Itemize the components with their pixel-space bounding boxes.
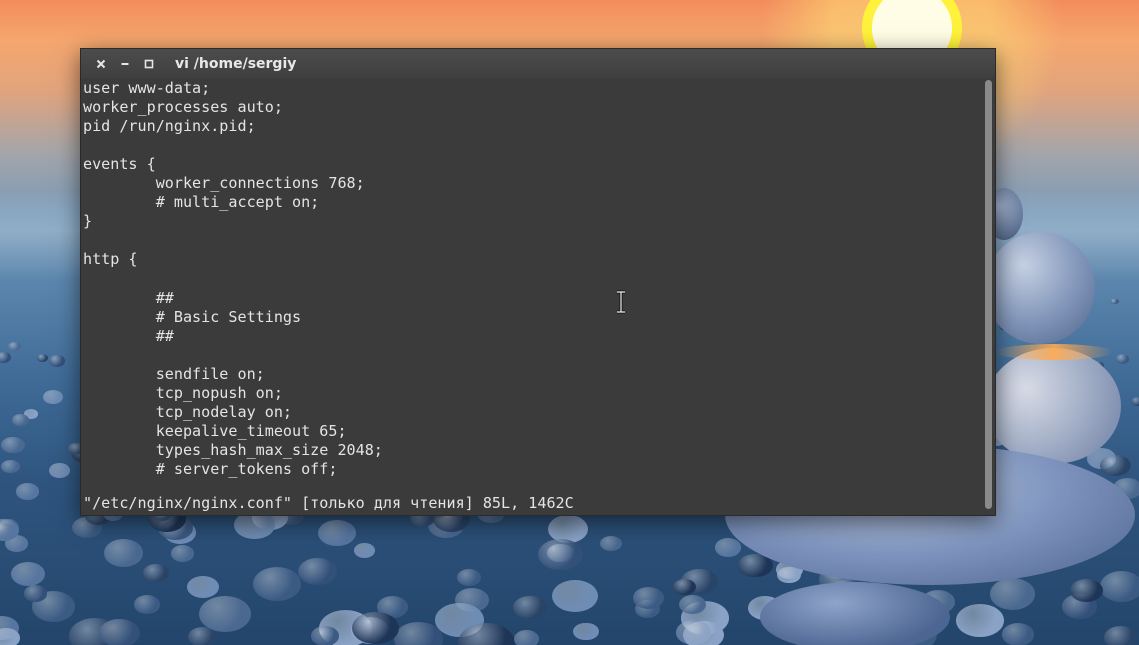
editor-line: ## xyxy=(83,326,174,345)
ibeam-cursor-icon xyxy=(617,290,625,314)
editor-line: pid /run/nginx.pid; xyxy=(83,117,256,136)
editor-text-area[interactable]: user www-data; worker_processes auto; pid … xyxy=(81,78,981,515)
wallpaper-pebble xyxy=(538,539,583,571)
wallpaper-pebble xyxy=(776,566,801,584)
wallpaper-pebble xyxy=(683,620,724,645)
wallpaper-pebble xyxy=(1069,578,1104,603)
wallpaper-pebble xyxy=(633,587,665,609)
wallpaper-stone xyxy=(985,344,1121,464)
wallpaper-stone xyxy=(760,582,950,645)
wallpaper-pebble xyxy=(714,538,742,558)
wallpaper-pebble xyxy=(48,355,66,367)
wallpaper-pebble xyxy=(170,544,195,562)
wallpaper-pebble xyxy=(0,352,12,364)
wallpaper-pebble xyxy=(1115,354,1130,364)
editor-line: # Basic Settings xyxy=(83,307,302,326)
wallpaper-pebble xyxy=(1103,625,1138,645)
wallpaper-pebble xyxy=(42,389,63,404)
editor-line: # multi_accept on; xyxy=(83,193,320,212)
editor-line: # server_tokens off; xyxy=(83,459,338,478)
wallpaper-pebble xyxy=(198,595,251,633)
editor-line: tcp_nodelay on; xyxy=(83,402,293,421)
editor-line: tcp_nopush on; xyxy=(83,383,283,402)
wallpaper-pebble xyxy=(36,354,49,363)
editor-line: http { xyxy=(83,250,138,269)
wallpaper-pebble xyxy=(1,436,25,453)
wallpaper-pebble xyxy=(1,460,21,474)
window-title: vi /home/sergiy xyxy=(175,55,297,72)
editor-line: sendfile on; xyxy=(83,364,265,383)
editor-lines[interactable]: user www-data; worker_processes auto; pid … xyxy=(81,79,981,479)
wallpaper-pebble xyxy=(1099,454,1131,477)
editor-status-line: "/etc/nginx/nginx.conf" [только для чтен… xyxy=(83,493,574,512)
editor-line: } xyxy=(83,212,93,231)
wallpaper-pebble xyxy=(103,538,144,567)
window-titlebar[interactable]: vi /home/sergiy xyxy=(81,49,995,78)
wallpaper-pebble xyxy=(353,543,375,558)
minimize-icon[interactable] xyxy=(113,49,137,78)
wallpaper-pebble xyxy=(99,618,140,645)
wallpaper-pebble xyxy=(48,463,70,479)
editor-line: worker_connections 768; xyxy=(83,174,365,193)
wallpaper-pebble xyxy=(253,566,302,601)
wallpaper-pebble xyxy=(513,630,539,645)
close-icon[interactable] xyxy=(89,49,113,78)
editor-line: worker_processes auto; xyxy=(83,98,283,117)
editor-line: events { xyxy=(83,155,156,174)
wallpaper-pebble xyxy=(678,594,706,614)
wallpaper-pebble xyxy=(552,580,599,613)
wallpaper-pebble xyxy=(457,568,482,586)
editor-line: ## xyxy=(83,288,174,307)
wallpaper-pebble xyxy=(512,595,547,620)
wallpaper-stone xyxy=(985,232,1095,344)
wallpaper-pebble xyxy=(0,628,20,645)
wallpaper-pebble xyxy=(311,626,340,645)
wallpaper-pebble xyxy=(956,603,1004,638)
wallpaper-pebble xyxy=(318,519,356,547)
wallpaper-pebble xyxy=(298,558,338,586)
wallpaper-pebble xyxy=(10,561,45,586)
wallpaper-pebble xyxy=(134,595,161,614)
scrollbar-thumb[interactable] xyxy=(985,80,992,509)
wallpaper-pebble xyxy=(15,483,40,500)
wallpaper-pebble xyxy=(7,341,22,352)
wallpaper-pebble xyxy=(1099,571,1139,602)
wallpaper-pebble xyxy=(142,564,169,583)
maximize-icon[interactable] xyxy=(137,49,161,78)
wallpaper-pebble xyxy=(989,578,1036,611)
wallpaper-pebble xyxy=(599,535,622,552)
wallpaper-pebble xyxy=(573,622,599,641)
wallpaper-pebble xyxy=(12,414,30,427)
wallpaper-pebble xyxy=(1001,623,1034,645)
wallpaper-pebble xyxy=(187,575,220,599)
terminal-window[interactable]: vi /home/sergiy user www-data; worker_pro… xyxy=(80,48,996,516)
wallpaper-pebble xyxy=(23,585,48,602)
editor-line: keepalive_timeout 65; xyxy=(83,421,347,440)
wallpaper-pebble xyxy=(672,578,696,596)
wallpaper-pebble xyxy=(351,611,399,645)
wallpaper-pebble xyxy=(1130,397,1139,407)
editor-line: user www-data; xyxy=(83,79,211,97)
wallpaper-pebble xyxy=(1110,298,1119,305)
editor-line: types_hash_max_size 2048; xyxy=(83,440,383,459)
terminal-scrollbar[interactable] xyxy=(981,78,995,515)
